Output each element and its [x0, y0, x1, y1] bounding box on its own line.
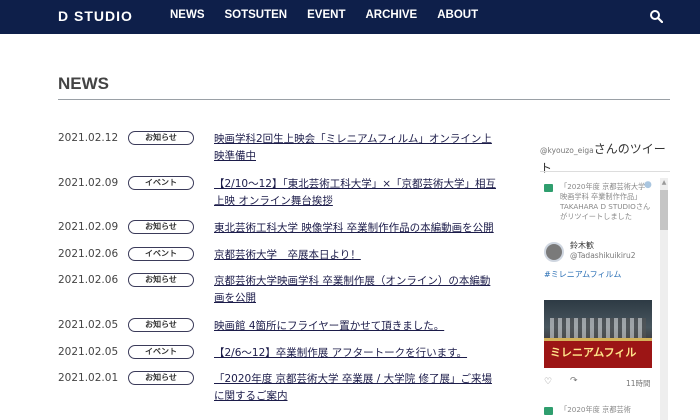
tweet-photo[interactable]: ミレニアムフィル	[544, 300, 652, 368]
next-tweet-text: 「2020年度 京都芸術	[560, 405, 631, 414]
news-date: 2021.02.01	[58, 372, 119, 384]
category-badge: イベント	[128, 247, 194, 261]
scroll-thumb[interactable]	[660, 190, 668, 230]
nav-event[interactable]: EVENT	[307, 9, 345, 21]
news-date: 2021.02.06	[58, 274, 119, 286]
site-logo[interactable]: D STUDIO	[58, 8, 133, 24]
widget-scrollbar[interactable]: ▲	[660, 178, 668, 420]
avatar[interactable]	[544, 242, 564, 262]
nav-about[interactable]: ABOUT	[437, 9, 478, 21]
news-link[interactable]: 映画館 4箇所にフライヤー置かせて頂きました。	[214, 318, 496, 335]
news-link[interactable]: 京都芸術大学 卒展本日より！	[214, 247, 496, 264]
hashtag-link[interactable]: #ミレニアムフィルム	[544, 269, 621, 280]
title-divider	[58, 99, 670, 100]
photo-people	[550, 318, 646, 338]
news-date: 2021.02.09	[58, 177, 119, 189]
news-link[interactable]: 「2020年度 京都芸術大学 卒業展 / 大学院 修了展」ご来場に関するご案内	[214, 371, 496, 405]
retweet-text: 「2020年度 京都芸術大学 映画学科 卒業制作作品」TAKAHARA D ST…	[560, 182, 651, 221]
main-nav: NEWS SOTSUTEN EVENT ARCHIVE ABOUT	[170, 9, 498, 21]
tweet-author-handle[interactable]: @Tadashikuikiru2	[570, 251, 636, 260]
category-badge: お知らせ	[128, 273, 194, 287]
news-date: 2021.02.05	[58, 319, 119, 331]
category-badge: お知らせ	[128, 371, 194, 385]
news-date: 2021.02.06	[58, 248, 119, 260]
news-date: 2021.02.12	[58, 132, 119, 144]
news-link[interactable]: 東北芸術工科大学 映像学科 卒業制作作品の本編動画を公開	[214, 220, 496, 237]
twitter-account-link[interactable]: @kyouzo_eiga	[540, 146, 594, 155]
news-link[interactable]: 【2/6～12】卒業制作展 アフタートークを行います。	[214, 345, 496, 362]
news-date: 2021.02.09	[58, 221, 119, 233]
retweet-icon	[544, 407, 553, 415]
category-badge: イベント	[128, 176, 194, 190]
tweet-author-name[interactable]: 鈴木歓	[570, 240, 594, 251]
retweet-icon	[544, 184, 553, 192]
scroll-up-arrow-icon[interactable]: ▲	[660, 178, 668, 188]
news-link[interactable]: 京都芸術大学映画学科 卒業制作展（オンライン）の本編動画を公開	[214, 273, 496, 307]
twitter-bird-icon: ●	[644, 180, 652, 190]
news-link[interactable]: 【2/10～12】「東北芸術工科大学」×「京都芸術大学」相互上映 オンライン舞台…	[214, 176, 496, 210]
news-date: 2021.02.05	[58, 346, 119, 358]
heart-icon[interactable]: ♡	[544, 377, 552, 387]
search-icon[interactable]	[649, 9, 663, 23]
nav-archive[interactable]: ARCHIVE	[365, 9, 417, 21]
category-badge: イベント	[128, 345, 194, 359]
category-badge: お知らせ	[128, 318, 194, 332]
page-title: NEWS	[58, 74, 109, 93]
site-header: D STUDIO NEWS SOTSUTEN EVENT ARCHIVE ABO…	[0, 0, 700, 34]
tweet-time[interactable]: 11時間	[626, 378, 651, 389]
category-badge: お知らせ	[128, 131, 194, 145]
share-icon[interactable]: ↷	[570, 376, 578, 386]
nav-news[interactable]: NEWS	[170, 9, 205, 21]
photo-caption: ミレニアムフィル	[550, 346, 637, 359]
nav-sotsuten[interactable]: SOTSUTEN	[225, 9, 288, 21]
category-badge: お知らせ	[128, 220, 194, 234]
news-link[interactable]: 映画学科2回生上映会「ミレニアムフィルム」オンライン上映準備中	[214, 131, 496, 165]
tweet-card[interactable]: 「2020年度 京都芸術大学 映画学科 卒業制作作品」TAKAHARA D ST…	[540, 178, 658, 398]
widget-divider	[540, 171, 670, 172]
